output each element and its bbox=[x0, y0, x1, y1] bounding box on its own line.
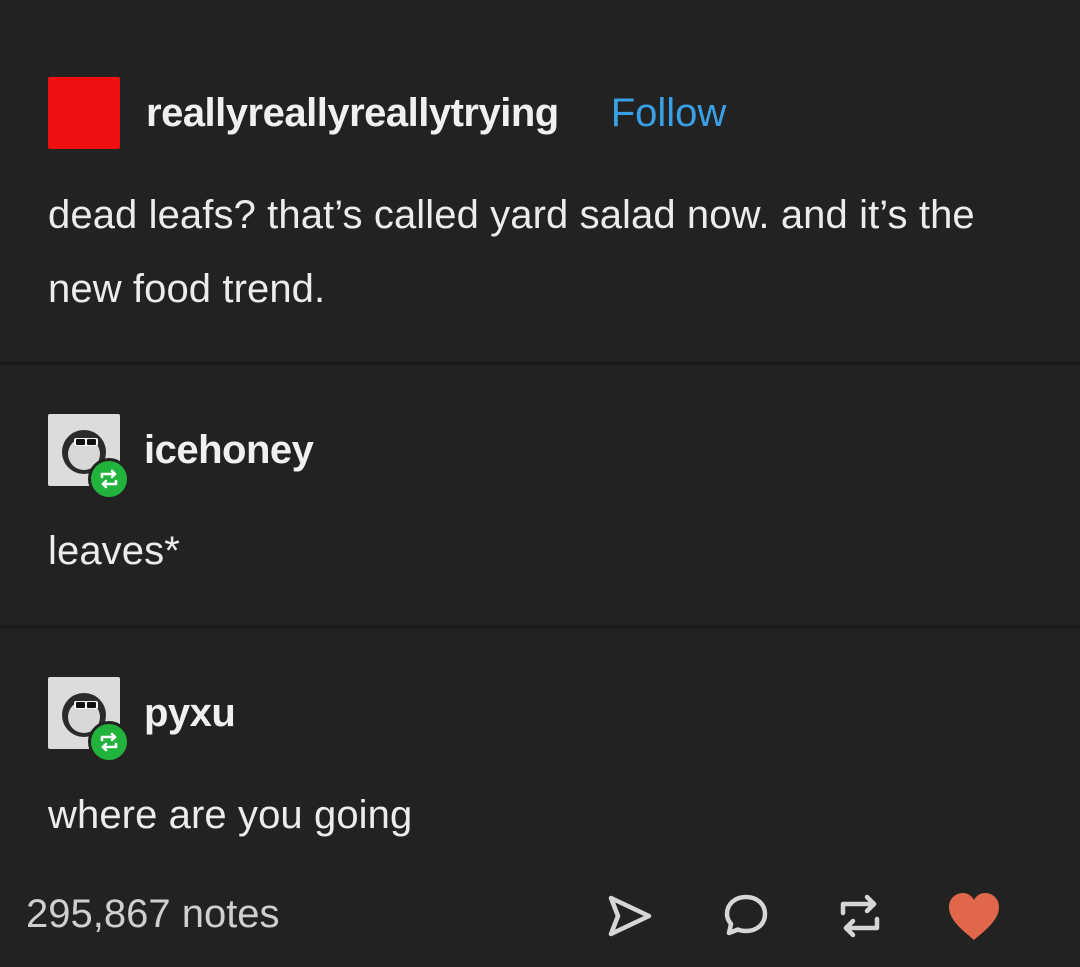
follow-button[interactable]: Follow bbox=[611, 91, 727, 136]
tumblr-post: reallyreallyreallytrying Follow dead lea… bbox=[0, 0, 1080, 967]
post-actions bbox=[600, 886, 1004, 946]
reply-icon[interactable] bbox=[716, 886, 776, 946]
reblog-username[interactable]: pyxu bbox=[144, 691, 236, 736]
reblog-header-icehoney: icehoney bbox=[48, 414, 314, 500]
reblog-icon[interactable] bbox=[830, 886, 890, 946]
author-username[interactable]: reallyreallyreallytrying bbox=[146, 91, 559, 136]
reblog-body-text: where are you going bbox=[48, 793, 413, 837]
share-icon[interactable] bbox=[600, 886, 660, 946]
reblog-header-pyxu: pyxu bbox=[48, 677, 236, 763]
divider bbox=[0, 625, 1080, 628]
like-heart-icon[interactable] bbox=[944, 886, 1004, 946]
reblog-avatar[interactable] bbox=[48, 414, 130, 500]
reblog-icon bbox=[88, 721, 130, 763]
reblog-body-text: leaves* bbox=[48, 529, 180, 573]
notes-count[interactable]: 295,867 notes bbox=[26, 892, 280, 937]
reblog-icon bbox=[88, 458, 130, 500]
author-avatar[interactable] bbox=[48, 77, 120, 149]
reblog-avatar[interactable] bbox=[48, 677, 130, 763]
post-header: reallyreallyreallytrying Follow bbox=[48, 77, 726, 149]
divider bbox=[0, 362, 1080, 365]
post-body-text: dead leafs? that’s called yard salad now… bbox=[48, 193, 975, 311]
reblog-username[interactable]: icehoney bbox=[144, 428, 314, 473]
